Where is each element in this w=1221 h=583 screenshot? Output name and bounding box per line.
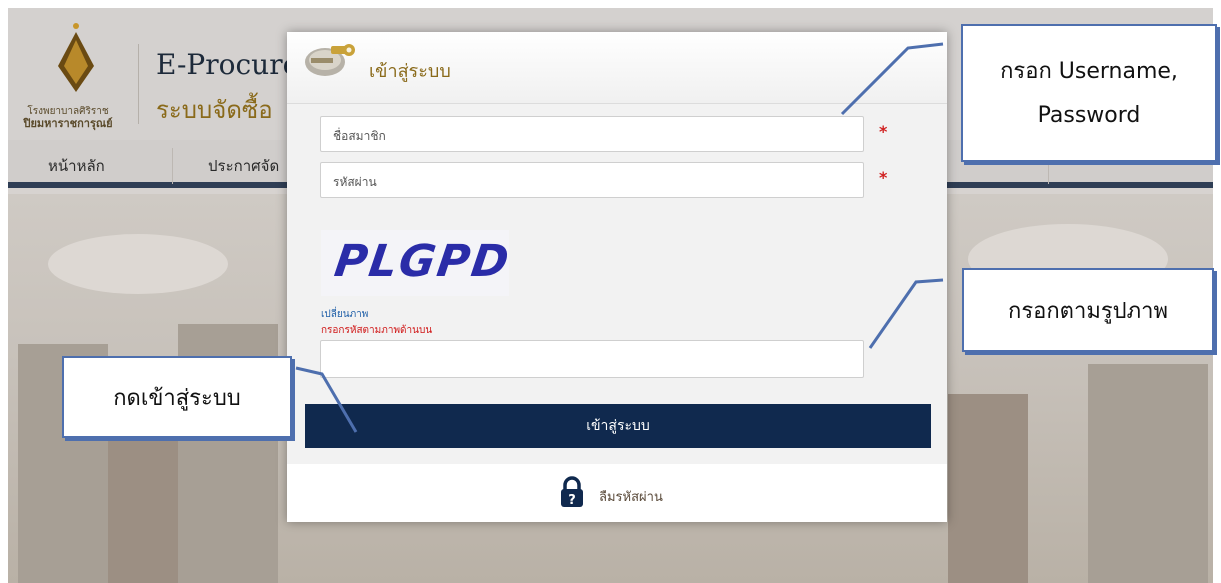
callout-credentials-line1: กรอก Username,: [1000, 59, 1178, 84]
callout-credentials: กรอก Username, Password: [961, 24, 1217, 162]
callout-credentials-line2: Password: [1037, 103, 1141, 128]
callout-login: กดเข้าสู่ระบบ: [62, 356, 292, 438]
callout-captcha: กรอกตามรูปภาพ: [962, 268, 1214, 352]
